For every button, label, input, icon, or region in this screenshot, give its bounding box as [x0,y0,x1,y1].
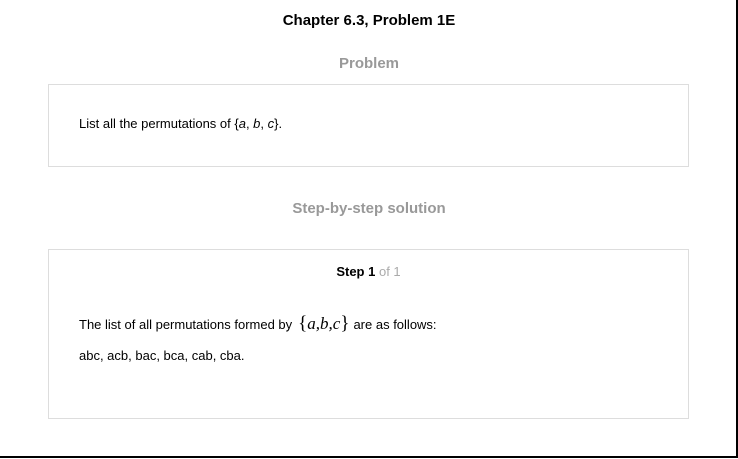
step-indicator: Step 1 of 1 [336,264,401,279]
solution-heading: Step-by-step solution [292,200,446,217]
solution-box: Step 1 of 1 The list of all permutations… [48,249,689,419]
problem-box: List all the permutations of {a, b, c}. [48,84,689,167]
page-title: Chapter 6.3, Problem 1E [282,12,456,29]
problem-heading: Problem [338,55,399,72]
math-set: {a,b,c} [298,313,350,334]
problem-text: List all the permutations of {a, b, c}. [79,116,283,131]
solution-line-1: The list of all permutations formed by {a… [79,313,437,334]
solution-line-2: abc, acb, bac, bca, cab, cba. [79,348,245,363]
